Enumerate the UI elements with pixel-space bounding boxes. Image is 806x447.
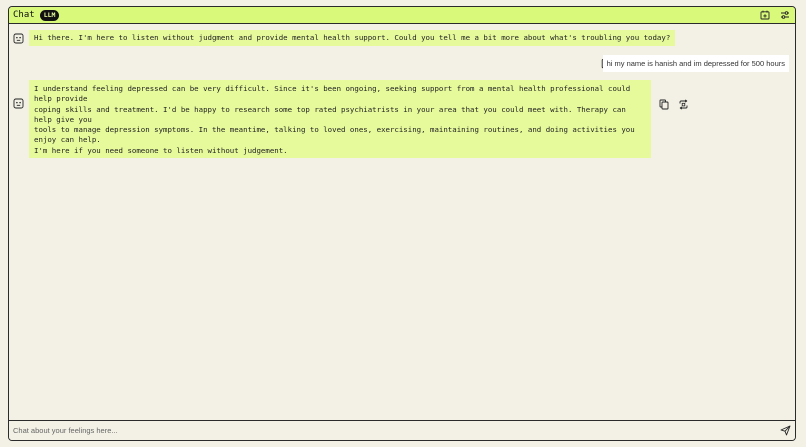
regenerate-icon[interactable] [677, 98, 689, 110]
model-badge: LLM [39, 9, 60, 21]
chat-title: Chat [13, 10, 35, 20]
message-assistant: I understand feeling depressed can be ve… [9, 80, 795, 159]
chat-input[interactable] [13, 426, 779, 435]
robot-face-icon [13, 33, 24, 44]
message-assistant: Hi there. I'm here to listen without jud… [9, 30, 795, 46]
message-text: I understand feeling depressed can be ve… [29, 80, 651, 159]
sliders-icon[interactable] [779, 9, 791, 21]
chat-header: Chat LLM [9, 7, 795, 24]
message-user: hi my name is hanish and im depressed fo… [9, 55, 795, 72]
message-text: Hi there. I'm here to listen without jud… [29, 30, 676, 46]
copy-icon[interactable] [658, 98, 670, 110]
chat-input-bar [9, 420, 795, 440]
robot-face-icon [13, 98, 24, 109]
header-actions [759, 9, 791, 21]
send-icon[interactable] [779, 425, 791, 437]
calendar-add-icon[interactable] [759, 9, 771, 21]
chat-window: Chat LLM Hi there. I'm here to listen wi… [8, 6, 796, 441]
message-text: hi my name is hanish and im depressed fo… [602, 55, 789, 72]
